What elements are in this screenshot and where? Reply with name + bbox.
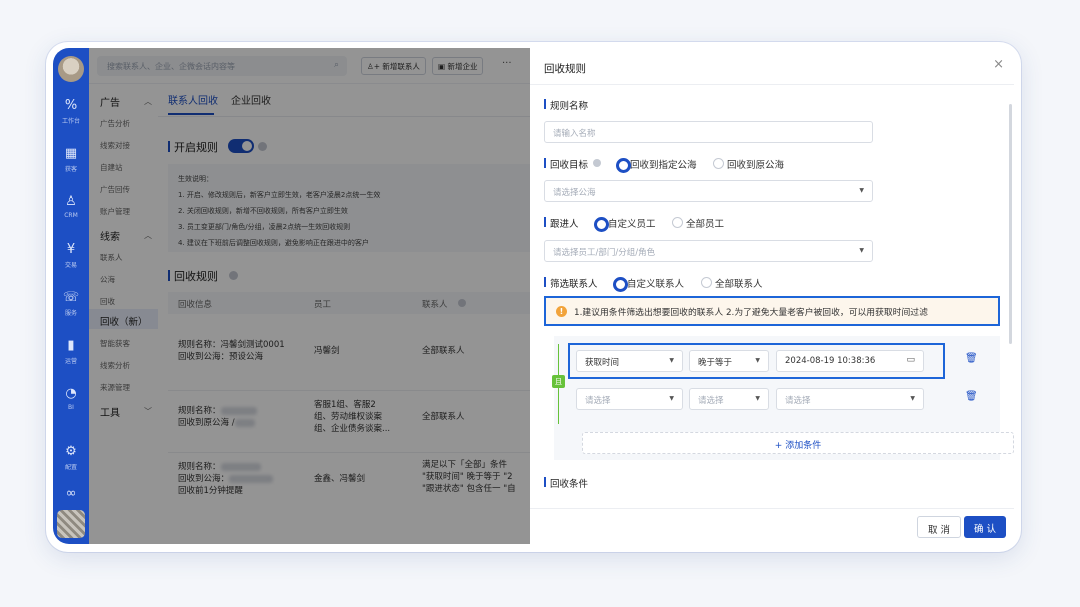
warning-icon: ! [556,306,567,317]
rail-item[interactable]: ∞ [53,486,89,504]
rail-item-label: 配置 [64,464,77,471]
rail-item[interactable]: ◔ BI [53,386,89,411]
app-window: % 工作台 ▦ 获客 ♙ CRM ¥ 交易 ☏ 服务 ▮ 运营 ◔ BI ⚙ 配置 ∞ 搜索联系人、企业、企微会… [53,48,1014,544]
drawer-scrollbar[interactable] [1009,104,1012,344]
rail-item[interactable]: ▦ 获客 [53,146,89,173]
rail-item-label: 工作台 [61,118,80,125]
radio-all-staff[interactable]: 全部员工 [672,216,724,230]
bars-icon: ▮ [67,338,75,353]
radio-specified-pool[interactable]: 回收到指定公海 [616,157,697,173]
condition-field-select[interactable]: 请选择 ▼ [576,388,683,410]
rail-item-label: CRM [64,212,78,219]
rail-item-label: BI [68,404,74,411]
rail-item-label: 获客 [64,166,77,173]
headset-icon: ☏ [62,290,80,305]
modal-overlay[interactable] [89,48,530,544]
radio-original-pool[interactable]: 回收到原公海 [713,157,784,171]
delete-condition-icon[interactable]: 🗑 [965,353,978,364]
percent-icon: % [64,98,78,113]
rail-item[interactable]: ▮ 运营 [53,338,89,365]
condition-operator-select[interactable]: 请选择 ▼ [689,388,769,410]
caret-down-icon: ▼ [859,247,864,254]
rail-item[interactable]: ¥ 交易 [53,242,89,269]
pool-select[interactable]: 请选择公海 ▼ [544,180,873,202]
cancel-button[interactable]: 取 消 [917,516,961,538]
user-icon: ♙ [65,194,77,209]
rail-item-label: 交易 [64,262,77,269]
filter-tip-alert: ! 1.建议用条件筛选出想要回收的联系人 2.为了避免大量老客户被回收，可以用获… [544,296,1000,326]
radio-all-contacts[interactable]: 全部联系人 [701,276,763,290]
user-avatar[interactable] [58,56,84,82]
condition-highlight-frame [568,343,945,379]
yen-icon: ¥ [66,242,76,257]
rule-name-label: 规则名称 [544,98,588,112]
radio-custom-contacts[interactable]: 自定义联系人 [613,276,684,292]
chart-icon: ▦ [64,146,78,161]
rule-name-input[interactable]: 请输入名称 [544,121,873,143]
radio-custom-staff[interactable]: 自定义员工 [594,216,656,232]
follower-label: 跟进人 [544,216,579,230]
drawer-header-divider [530,84,1014,85]
staff-select[interactable]: 请选择员工/部门/分组/角色 ▼ [544,240,873,262]
recycle-rule-drawer: 回收规则 × 规则名称 请输入名称 回收目标 回收到指定公海 回收到原公海 请选… [530,48,1014,544]
info-icon[interactable] [593,159,601,167]
caret-down-icon: ▼ [755,395,760,402]
rail-item[interactable]: % 工作台 [53,98,89,125]
drawer-title: 回收规则 [544,63,586,75]
global-nav-rail: % 工作台 ▦ 获客 ♙ CRM ¥ 交易 ☏ 服务 ▮ 运营 ◔ BI ⚙ 配置 ∞ [53,48,89,544]
pie-icon: ◔ [65,386,77,401]
bottom-avatar[interactable] [57,510,85,538]
caret-down-icon: ▼ [910,395,915,402]
rail-item[interactable]: ⚙ 配置 [53,444,89,471]
gear-icon: ⚙ [65,444,77,459]
drawer-footer: 取 消 确 认 [530,508,1014,544]
target-label: 回收目标 [544,157,588,171]
and-badge[interactable]: 且 [552,375,565,388]
delete-condition-icon[interactable]: 🗑 [965,391,978,402]
add-condition-button[interactable]: + 添加条件 [582,432,1014,454]
infinity-icon: ∞ [65,486,77,501]
filter-contact-label: 筛选联系人 [544,276,598,290]
recycle-condition-label: 回收条件 [544,476,588,490]
condition-value-select[interactable]: 请选择 ▼ [776,388,924,410]
rail-item-label: 运营 [64,358,77,365]
rail-item-label: 服务 [64,310,77,317]
confirm-button[interactable]: 确 认 [964,516,1006,538]
rail-item[interactable]: ♙ CRM [53,194,89,219]
close-icon[interactable]: × [993,57,1004,72]
rail-item[interactable]: ☏ 服务 [53,290,89,317]
caret-down-icon: ▼ [669,395,674,402]
caret-down-icon: ▼ [859,187,864,194]
